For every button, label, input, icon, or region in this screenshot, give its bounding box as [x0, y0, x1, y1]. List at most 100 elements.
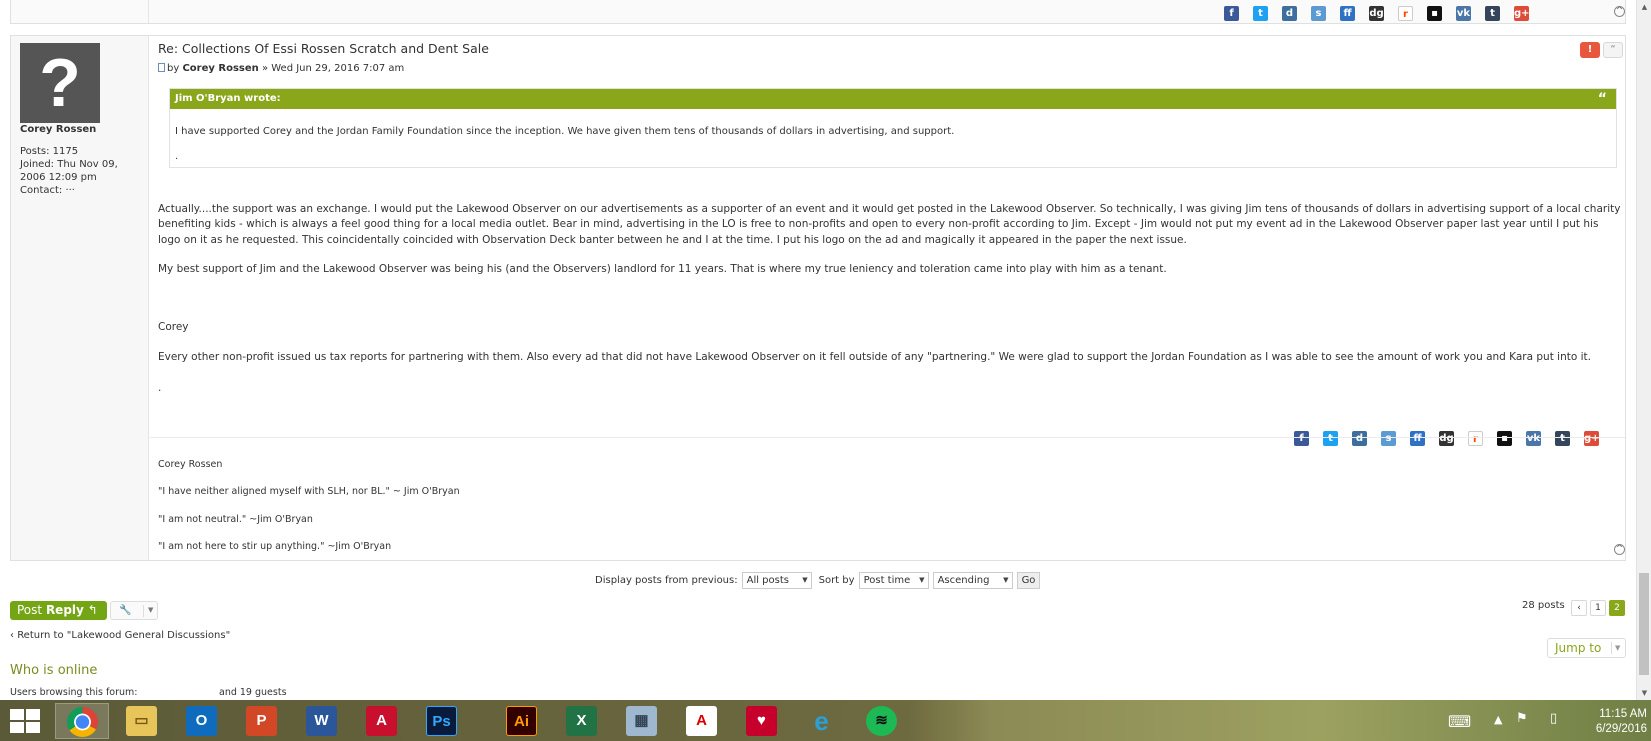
page-2-button[interactable]: 2 — [1609, 600, 1625, 616]
clock-time: 11:15 AM — [1599, 708, 1647, 720]
spotify-icon: ≋ — [866, 706, 897, 736]
outlook-taskbar-button[interactable]: O — [175, 703, 229, 739]
digg-icon[interactable]: dg — [1439, 431, 1454, 446]
return-link[interactable]: ‹ Return to "Lakewood General Discussion… — [10, 630, 230, 641]
google-plus-icon[interactable]: g+ — [1584, 431, 1600, 446]
reddit-icon[interactable]: r — [1398, 6, 1413, 21]
file-explorer-taskbar-button[interactable]: ▭ — [115, 703, 169, 739]
pdf-reader-taskbar-button[interactable]: A — [675, 703, 729, 739]
scrollbar-thumb[interactable] — [1639, 573, 1649, 675]
reddit-icon[interactable]: r — [1468, 431, 1483, 446]
calculator-taskbar-button[interactable]: ▦ — [615, 703, 669, 739]
signature-line-2: "I have neither aligned myself with SLH,… — [158, 486, 460, 497]
sort-bar: Display posts from previous: All posts ▼ … — [595, 572, 1041, 589]
digg-icon[interactable]: dg — [1369, 6, 1384, 21]
quote-mark-icon: “ — [1597, 91, 1607, 107]
display-select[interactable]: All posts ▼ — [741, 572, 812, 589]
windows-start-icon[interactable] — [8, 708, 40, 734]
word-taskbar-button[interactable]: W — [295, 703, 349, 739]
spotify-taskbar-button[interactable]: ≋ — [855, 703, 909, 739]
clock-date: 6/29/2016 — [1595, 723, 1647, 735]
post-paragraph-2: My best support of Jim and the Lakewood … — [158, 263, 1167, 275]
post-paragraph-5: . — [158, 382, 162, 394]
scroll-up-icon[interactable]: ▲ — [1637, 0, 1651, 14]
internet-explorer-taskbar-button[interactable]: e — [795, 703, 849, 739]
profile-username[interactable]: Corey Rossen — [20, 124, 96, 135]
delicious-icon[interactable]: d — [1352, 431, 1367, 446]
post-title[interactable]: Re: Collections Of Essi Rossen Scratch a… — [158, 41, 489, 56]
excel-taskbar-button[interactable]: X — [555, 703, 609, 739]
vk-icon[interactable]: vk — [1526, 431, 1541, 446]
sort-label: Sort by — [818, 575, 855, 586]
forum-page: f t d s ff dg r ▪ vk t g+ ^ ? Corey Ross… — [0, 0, 1636, 700]
previous-post-footer: f t d s ff dg r ▪ vk t g+ ^ — [10, 0, 1626, 24]
signature-line-4: "I am not here to stir up anything." ~Ji… — [158, 541, 392, 552]
post-reply-button[interactable]: Post Reply ↰ — [10, 601, 107, 620]
scroll-down-icon[interactable]: ▼ — [1637, 686, 1651, 700]
stumbleupon-icon[interactable]: s — [1381, 431, 1396, 446]
delicious-icon[interactable]: d — [1282, 6, 1297, 21]
page-scrollbar[interactable]: ▲ ▼ — [1636, 0, 1651, 700]
order-select[interactable]: Ascending ▼ — [932, 572, 1013, 589]
page-1-button[interactable]: 1 — [1590, 600, 1606, 616]
tumblr-icon[interactable]: t — [1485, 6, 1500, 21]
twitter-icon[interactable]: t — [1323, 431, 1338, 446]
quote-header: Jim O'Bryan wrote: “ — [170, 89, 1616, 109]
friendfeed-icon[interactable]: ff — [1340, 6, 1355, 21]
return-link-text: Return to "Lakewood General Discussions" — [17, 630, 231, 641]
profile-posts: Posts: 1175 — [20, 146, 79, 157]
profile-contact[interactable]: Contact: ··· — [20, 184, 140, 197]
show-hidden-icons[interactable]: ▲ — [1494, 713, 1502, 741]
go-button[interactable]: Go — [1016, 572, 1041, 589]
report-button[interactable]: ! — [1580, 42, 1600, 58]
photoshop-taskbar-button[interactable]: Ps — [415, 703, 469, 739]
tools-button[interactable]: 🔧 ▼ — [110, 601, 158, 620]
system-clock[interactable]: 11:15 AM 6/29/2016 — [1573, 707, 1647, 737]
chrome-taskbar-button[interactable] — [55, 703, 109, 739]
post-paragraph-4: Every other non-profit issued us tax rep… — [158, 351, 1591, 363]
reply-label-2: Reply — [45, 603, 84, 617]
facebook-icon[interactable]: f — [1224, 6, 1239, 21]
friendfeed-icon[interactable]: ff — [1410, 431, 1425, 446]
chevron-down-icon: ▼ — [1615, 644, 1621, 652]
chrome-icon — [67, 707, 98, 737]
delicious2-icon[interactable]: ▪ — [1427, 6, 1442, 21]
acrobat-taskbar-button[interactable]: A — [355, 703, 409, 739]
post-author[interactable]: Corey Rossen — [182, 63, 258, 74]
stumbleupon-icon[interactable]: s — [1311, 6, 1326, 21]
post-container: ? Corey Rossen Posts: 1175 Joined: Thu N… — [10, 35, 1626, 561]
facebook-icon[interactable]: f — [1294, 431, 1309, 446]
action-center-flag-icon[interactable]: ⚑ — [1516, 711, 1528, 741]
word-icon: W — [306, 706, 337, 736]
illustrator-taskbar-button[interactable]: Ai — [495, 703, 549, 739]
back-to-top-icon[interactable]: ^ — [1614, 6, 1625, 17]
keyboard-icon[interactable]: ⌨ — [1448, 712, 1471, 741]
tumblr-icon[interactable]: t — [1555, 431, 1570, 446]
post-profile: ? Corey Rossen Posts: 1175 Joined: Thu N… — [11, 36, 149, 560]
browsing-label: Users browsing this forum: — [10, 687, 138, 698]
iheartradio-taskbar-button[interactable]: ♥ — [735, 703, 789, 739]
powerpoint-icon: P — [246, 706, 277, 736]
powerpoint-taskbar-button[interactable]: P — [235, 703, 289, 739]
google-plus-icon[interactable]: g+ — [1514, 6, 1530, 21]
internet-explorer-icon: e — [814, 706, 829, 736]
vk-icon[interactable]: vk — [1456, 6, 1471, 21]
avatar[interactable]: ? — [20, 43, 100, 123]
post-link-icon[interactable] — [158, 63, 165, 72]
jump-to-button[interactable]: Jump to ▼ — [1547, 638, 1626, 658]
blockquote: Jim O'Bryan wrote: “ I have supported Co… — [169, 88, 1617, 168]
signature-line-1: Corey Rossen — [158, 459, 223, 470]
post-meta: by Corey Rossen » Wed Jun 29, 2016 7:07 … — [158, 63, 404, 74]
quote-button[interactable]: “ — [1603, 42, 1623, 58]
delicious2-icon[interactable]: ▪ — [1497, 431, 1512, 446]
jump-to-label: Jump to — [1555, 641, 1602, 655]
sort-select[interactable]: Post time ▼ — [858, 572, 929, 589]
twitter-icon[interactable]: t — [1253, 6, 1268, 21]
quote-text: I have supported Corey and the Jordan Fa… — [175, 126, 955, 137]
share-bar: f t d s ff dg r ▪ vk t g+ — [1294, 431, 1600, 446]
back-to-top-icon[interactable]: ^ — [1614, 544, 1625, 555]
prev-page-button[interactable]: ‹ — [1571, 600, 1587, 616]
post-by: by — [167, 63, 180, 74]
battery-icon[interactable]: ▯ — [1550, 711, 1557, 741]
signature-divider — [149, 437, 1625, 438]
